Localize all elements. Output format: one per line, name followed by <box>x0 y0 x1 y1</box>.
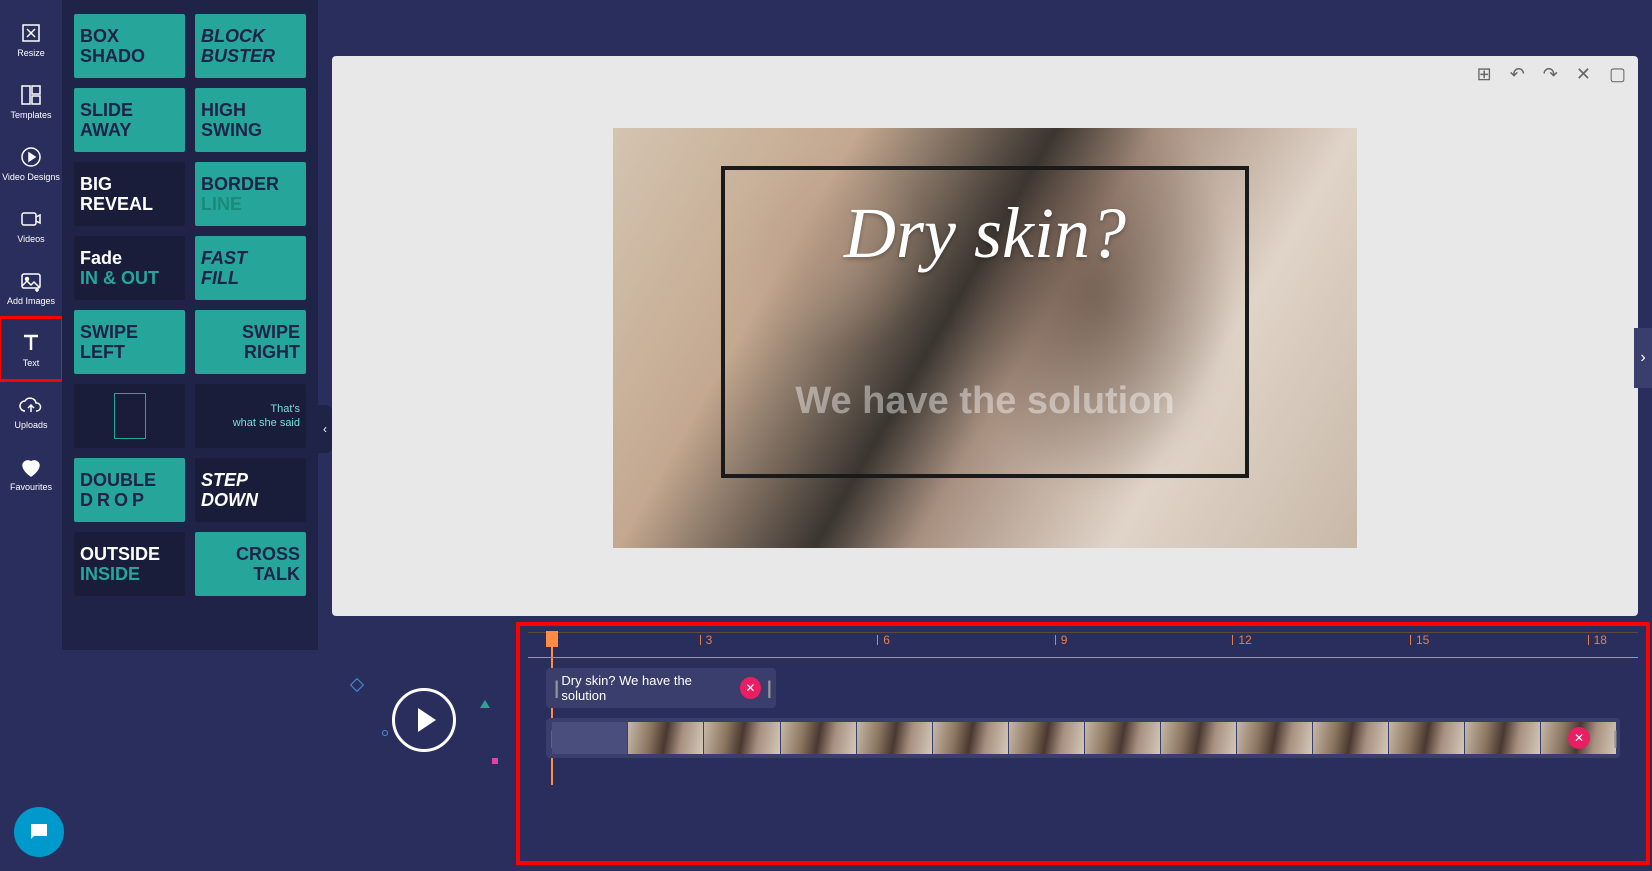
video-designs-icon <box>18 144 44 170</box>
text-style-thumb[interactable]: That'swhat she said <box>195 384 306 448</box>
canvas-subline[interactable]: We have the solution <box>613 380 1357 423</box>
text-style-thumb[interactable]: HIGHSWING <box>195 88 306 152</box>
delete-clip-button[interactable]: ✕ <box>740 677 761 699</box>
sidebar-item-resize[interactable]: Resize <box>0 8 62 70</box>
sidebar-label: Uploads <box>14 420 47 430</box>
decoration-square <box>492 758 498 764</box>
text-style-thumb[interactable]: DOUBLEDROP <box>74 458 185 522</box>
sidebar-label: Videos <box>17 234 44 244</box>
text-track: || Dry skin? We have the solution ✕ || <box>528 668 1638 708</box>
close-icon[interactable]: ✕ <box>1576 64 1591 85</box>
text-style-thumb[interactable]: BOXSHADO <box>74 14 185 78</box>
text-clip[interactable]: || Dry skin? We have the solution ✕ || <box>546 668 776 708</box>
text-style-thumb[interactable]: FASTFILL <box>195 236 306 300</box>
text-style-thumb[interactable]: BIGREVEAL <box>74 162 185 226</box>
decoration-circle <box>382 730 388 736</box>
text-style-thumb[interactable]: BLOCKBUSTER <box>195 14 306 78</box>
sidebar-label: Video Designs <box>2 172 60 182</box>
heart-icon <box>18 454 44 480</box>
chat-icon <box>27 820 51 844</box>
sidebar-label: Add Images <box>7 296 55 306</box>
sidebar-item-add-images[interactable]: Add Images <box>0 256 62 318</box>
sidebar-label: Text <box>23 358 40 368</box>
main-sidebar: Resize Templates Video Designs Videos Ad… <box>0 0 62 871</box>
playhead[interactable] <box>546 631 558 647</box>
sidebar-item-videos[interactable]: Videos <box>0 194 62 256</box>
text-style-thumb[interactable]: OUTSIDEINSIDE <box>74 532 185 596</box>
clip-handle-right[interactable]: || <box>767 678 768 699</box>
canvas-toolbar: ⊞ ↶ ↷ ✕ ▢ <box>1477 64 1626 85</box>
expand-right-tab[interactable]: › <box>1634 328 1652 388</box>
canvas-area: ⊞ ↶ ↷ ✕ ▢ Dry skin? We have the solution <box>332 56 1638 616</box>
video-canvas[interactable]: Dry skin? We have the solution <box>613 128 1357 548</box>
clip-handle-right[interactable]: || <box>1613 728 1614 749</box>
clip-label: Dry skin? We have the solution <box>561 673 728 703</box>
sidebar-label: Resize <box>17 48 45 58</box>
delete-clip-button[interactable]: ✕ <box>1568 727 1590 749</box>
sidebar-item-video-designs[interactable]: Video Designs <box>0 132 62 194</box>
chat-button[interactable] <box>14 807 64 857</box>
sidebar-item-uploads[interactable]: Uploads <box>0 380 62 442</box>
video-clip[interactable]: || ✕ || <box>546 718 1620 758</box>
text-styles-panel: BOXSHADOBLOCKBUSTERSLIDEAWAYHIGHSWINGBIG… <box>62 0 318 650</box>
text-style-thumb[interactable]: SWIPELEFT <box>74 310 185 374</box>
sidebar-label: Templates <box>10 110 51 120</box>
tick: 15 <box>1416 633 1429 647</box>
fullscreen-icon[interactable]: ▢ <box>1609 64 1626 85</box>
text-style-thumb[interactable]: SWIPERIGHT <box>195 310 306 374</box>
redo-icon[interactable]: ↷ <box>1543 64 1558 85</box>
text-style-thumb[interactable]: SLIDEAWAY <box>74 88 185 152</box>
text-style-thumb[interactable] <box>74 384 185 448</box>
tick: 12 <box>1238 633 1251 647</box>
undo-icon[interactable]: ↶ <box>1510 64 1525 85</box>
resize-icon <box>18 20 44 46</box>
tick: 3 <box>706 633 713 647</box>
text-style-thumb[interactable]: CROSSTALK <box>195 532 306 596</box>
tick: 6 <box>883 633 890 647</box>
decoration-diamond <box>350 678 364 692</box>
collapse-panel-tab[interactable]: ‹ <box>318 405 332 453</box>
play-button[interactable] <box>392 688 456 752</box>
sidebar-item-favourites[interactable]: Favourites <box>0 442 62 504</box>
sidebar-item-templates[interactable]: Templates <box>0 70 62 132</box>
clip-handle-left[interactable]: || <box>554 678 555 699</box>
timeline-ruler[interactable]: 3 6 9 12 15 18 <box>528 632 1638 658</box>
decoration-triangle <box>480 700 490 708</box>
grid-icon[interactable]: ⊞ <box>1477 64 1492 85</box>
tick: 9 <box>1061 633 1068 647</box>
text-style-thumb[interactable]: FadeIN & OUT <box>74 236 185 300</box>
templates-icon <box>18 82 44 108</box>
text-style-thumb[interactable]: STEPDOWN <box>195 458 306 522</box>
sidebar-label: Favourites <box>10 482 52 492</box>
video-track: || ✕ || <box>528 718 1638 758</box>
add-images-icon <box>18 268 44 294</box>
timeline: 3 6 9 12 15 18 || Dry skin? We have the … <box>520 626 1646 861</box>
tick: 18 <box>1594 633 1607 647</box>
canvas-headline[interactable]: Dry skin? <box>613 192 1357 275</box>
text-icon <box>18 330 44 356</box>
text-style-thumb[interactable]: BORDERLINE <box>195 162 306 226</box>
playback-area <box>332 640 516 800</box>
videos-icon <box>18 206 44 232</box>
sidebar-item-text[interactable]: Text <box>0 318 62 380</box>
clip-handle-left[interactable]: || <box>550 728 551 749</box>
uploads-icon <box>18 392 44 418</box>
